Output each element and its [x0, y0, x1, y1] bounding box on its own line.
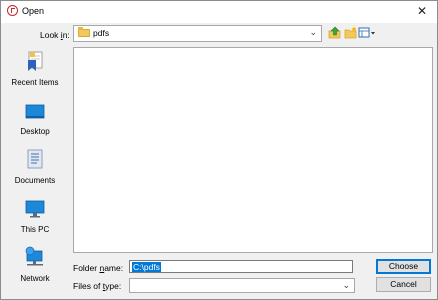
look-in-combo[interactable]: pdfs ⌄ — [73, 25, 322, 42]
place-documents[interactable]: Documents — [4, 146, 66, 194]
file-list[interactable] — [73, 47, 433, 253]
this-pc-icon — [25, 200, 45, 218]
chevron-down-icon[interactable]: ⌄ — [309, 27, 317, 38]
cancel-button[interactable]: Cancel — [376, 277, 431, 292]
place-recent-items[interactable]: Recent Items — [4, 48, 66, 96]
view-menu-button[interactable] — [358, 26, 376, 39]
look-in-label-prefix: Look — [40, 30, 61, 40]
look-in-label: Look in: — [40, 30, 70, 40]
close-button[interactable]: ✕ — [407, 1, 437, 23]
files-of-type-combo[interactable]: ⌄ — [129, 278, 355, 293]
place-label: This PC — [20, 225, 50, 234]
desktop-icon — [25, 104, 45, 119]
folder-name-label: Folder name: — [73, 263, 123, 273]
folder-name-input[interactable]: C:\pdfs — [129, 260, 353, 273]
network-icon — [25, 246, 43, 266]
new-folder-button[interactable] — [344, 26, 358, 39]
files-of-type-label: Files of type: — [73, 281, 121, 291]
documents-icon — [27, 149, 43, 169]
recent-items-icon — [28, 51, 43, 71]
view-menu-icon — [358, 27, 375, 38]
places-bar: Recent Items Desktop Documents This PC N… — [4, 48, 66, 291]
open-dialog: Open ✕ Look in: pdfs ⌄ Recent Items Desk… — [0, 0, 438, 300]
up-one-level-icon — [328, 26, 341, 39]
place-label: Network — [20, 274, 50, 283]
title-bar: Open ✕ — [1, 1, 437, 23]
files-of-type-label-suffix: ype: — [105, 281, 122, 291]
new-folder-icon — [344, 26, 357, 39]
look-in-label-suffix: n: — [62, 30, 70, 40]
app-icon — [7, 5, 18, 16]
place-label: Recent Items — [11, 78, 59, 87]
place-this-pc[interactable]: This PC — [4, 195, 66, 243]
choose-button[interactable]: Choose — [376, 259, 431, 274]
look-in-value: pdfs — [93, 28, 110, 38]
files-of-type-label-prefix: Files of — [73, 281, 103, 291]
place-label: Documents — [14, 176, 56, 185]
place-network[interactable]: Network — [4, 244, 66, 292]
up-one-level-button[interactable] — [328, 26, 342, 39]
folder-name-label-suffix: ame: — [104, 263, 124, 273]
folder-name-label-prefix: Folder — [73, 263, 100, 273]
folder-icon — [78, 27, 90, 37]
place-label: Desktop — [20, 127, 50, 136]
window-title: Open — [22, 6, 45, 16]
folder-name-value: C:\pdfs — [132, 262, 161, 272]
place-desktop[interactable]: Desktop — [4, 97, 66, 145]
chevron-down-icon[interactable]: ⌄ — [342, 280, 350, 291]
